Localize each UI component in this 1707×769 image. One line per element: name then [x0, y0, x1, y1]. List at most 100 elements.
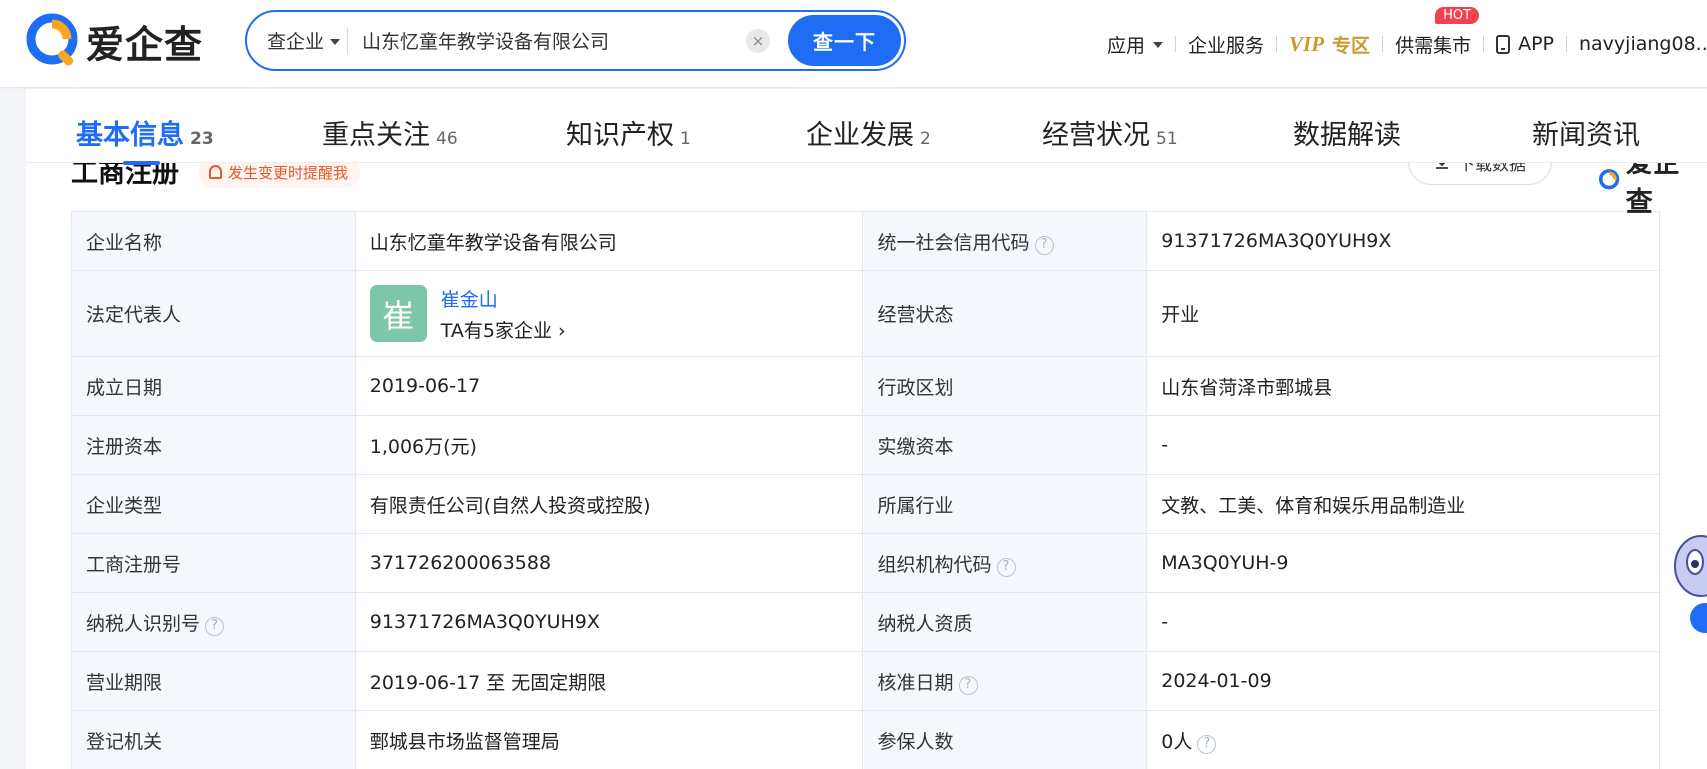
logo[interactable]: 爱企查 [24, 11, 203, 71]
taxpayer-qual-value: - [1146, 592, 1660, 652]
region-value: 山东省菏泽市鄄城县 [1146, 356, 1660, 416]
hot-badge: HOT [1435, 6, 1480, 24]
credit-code-value: 91371726MA3Q0YUH9X [1146, 211, 1660, 271]
chevron-right-icon: › [558, 319, 566, 342]
paid-capital-label: 实缴资本 [862, 415, 1148, 475]
search-type-label: 查企业 [267, 31, 325, 53]
table-row: 成立日期 2019-06-17 行政区划 山东省菏泽市鄄城县 [71, 356, 1660, 416]
legal-rep-name-link[interactable]: 崔金山 [441, 285, 566, 312]
industry-value: 文教、工美、体育和娱乐用品制造业 [1146, 474, 1660, 534]
insured-label: 参保人数 [862, 710, 1148, 769]
nav-app[interactable]: APP [1484, 33, 1566, 55]
top-nav: 应用 企业服务 VIP 专区 供需集市 HOT APP navyjiang08.… [1095, 0, 1707, 88]
tab-count: 1 [680, 129, 691, 149]
help-icon[interactable]: ? [996, 557, 1016, 577]
taxpayer-qual-label: 纳税人资质 [862, 592, 1148, 652]
insured-cell: 0人? [1146, 710, 1660, 769]
help-icon[interactable]: ? [1197, 734, 1217, 754]
paid-capital-value: - [1146, 415, 1660, 475]
industry-label: 所属行业 [862, 474, 1148, 534]
bell-icon [209, 165, 222, 179]
tab-data-analysis[interactable]: 数据解读 [1293, 113, 1401, 152]
capital-label: 注册资本 [71, 415, 356, 475]
tab-count: 46 [436, 129, 458, 149]
chevron-down-icon [330, 38, 341, 45]
search-type-dropdown[interactable]: 查企业 [247, 27, 347, 54]
taxpayer-id-label-cell: 纳税人识别号? [71, 592, 356, 652]
nav-market-label: 供需集市 [1395, 34, 1472, 57]
company-name-label: 企业名称 [71, 211, 356, 271]
top-header: 爱企查 查企业 × 查一下 应用 企业服务 VIP 专区 供需集市 HOT [0, 0, 1707, 88]
tab-key-attention[interactable]: 重点关注 46 [322, 113, 458, 152]
registration-table: 企业名称 山东忆童年教学设备有限公司 统一社会信用代码? 91371726MA3… [71, 211, 1660, 769]
authority-label: 登记机关 [71, 710, 356, 769]
taxpayer-id-label: 纳税人识别号 [86, 612, 201, 635]
founded-label: 成立日期 [71, 356, 356, 416]
tab-news[interactable]: 新闻资讯 [1532, 113, 1640, 152]
tab-count: 51 [1156, 129, 1178, 149]
company-name-value: 山东忆童年教学设备有限公司 [354, 211, 864, 271]
nav-vip-zone[interactable]: VIP 专区 [1277, 31, 1382, 58]
nav-app-label: APP [1518, 33, 1554, 55]
table-row: 企业类型 有限责任公司(自然人投资或控股) 所属行业 文教、工美、体育和娱乐用品… [71, 474, 1660, 534]
org-code-value: MA3Q0YUH-9 [1146, 533, 1660, 593]
tab-count: 23 [190, 129, 214, 149]
tab-label: 新闻资讯 [1532, 120, 1640, 151]
tab-development[interactable]: 企业发展 2 [806, 113, 931, 152]
org-code-label: 组织机构代码 [877, 553, 992, 576]
table-row: 注册资本 1,006万(元) 实缴资本 - [71, 415, 1660, 475]
approval-date-value: 2024-01-09 [1146, 651, 1660, 711]
term-value: 2019-06-17 至 无固定期限 [354, 651, 864, 711]
table-row: 纳税人识别号? 91371726MA3Q0YUH9X 纳税人资质 - [71, 592, 1660, 652]
table-row: 法定代表人 崔 崔金山 TA有5家企业 › 经营状态 开业 [71, 270, 1660, 357]
tab-bar: 基本信息 23 重点关注 46 知识产权 1 企业发展 2 经营状况 51 数据解读 新闻… [26, 89, 1707, 165]
taxpayer-id-value: 91371726MA3Q0YUH9X [354, 592, 864, 652]
search-input[interactable] [362, 20, 746, 61]
user-account[interactable]: navyjiang08... [1567, 33, 1707, 55]
region-label: 行政区划 [862, 356, 1148, 416]
divider [347, 27, 348, 54]
logo-icon [1598, 169, 1620, 190]
org-code-label-cell: 组织机构代码? [862, 533, 1148, 593]
nav-apps[interactable]: 应用 [1095, 31, 1175, 58]
table-row: 登记机关 鄄城县市场监督管理局 参保人数 0人? [71, 710, 1660, 769]
tab-basic-info[interactable]: 基本信息 23 [76, 113, 214, 165]
company-type-label: 企业类型 [71, 474, 356, 534]
authority-value: 鄄城县市场监督管理局 [354, 710, 864, 769]
help-icon[interactable]: ? [205, 616, 225, 636]
status-label: 经营状态 [862, 270, 1148, 357]
reg-no-value: 371726200063588 [354, 533, 864, 593]
company-type-value: 有限责任公司(自然人投资或控股) [354, 474, 864, 534]
help-icon[interactable]: ? [958, 675, 978, 695]
tab-intellectual-property[interactable]: 知识产权 1 [566, 113, 691, 152]
nav-enterprise-services[interactable]: 企业服务 [1176, 31, 1276, 58]
tab-operations[interactable]: 经营状况 51 [1042, 113, 1178, 152]
founded-value: 2019-06-17 [354, 356, 864, 416]
phone-icon [1496, 34, 1511, 54]
insured-value: 0人 [1161, 730, 1193, 753]
avatar[interactable]: 崔 [369, 285, 427, 342]
vip-icon: VIP [1289, 31, 1325, 56]
legal-rep-person: 崔 崔金山 TA有5家企业 › [369, 285, 849, 343]
tab-label: 数据解读 [1293, 120, 1401, 151]
tab-label: 基本信息 [76, 120, 184, 151]
tab-label: 经营状况 [1042, 120, 1150, 151]
help-icon[interactable]: ? [1034, 235, 1054, 255]
tab-label: 企业发展 [806, 120, 914, 151]
clear-icon[interactable]: × [746, 28, 770, 53]
logo-icon [26, 13, 78, 66]
tab-label: 重点关注 [322, 120, 430, 151]
nav-apps-label: 应用 [1107, 34, 1146, 57]
mascot-icon[interactable] [1665, 528, 1707, 638]
nav-market[interactable]: 供需集市 HOT [1383, 6, 1483, 58]
logo-text: 爱企查 [86, 22, 204, 67]
approval-date-label-cell: 核准日期? [862, 651, 1148, 711]
legal-rep-companies: TA有5家企业 [440, 319, 552, 342]
approval-date-label: 核准日期 [877, 671, 954, 694]
legal-rep-companies-link[interactable]: TA有5家企业 › [441, 316, 566, 343]
reg-no-label: 工商注册号 [71, 533, 356, 593]
tab-label: 知识产权 [566, 120, 674, 151]
legal-rep-label: 法定代表人 [71, 270, 356, 357]
nav-vip-label: 专区 [1332, 34, 1371, 57]
search-button[interactable]: 查一下 [788, 15, 901, 66]
